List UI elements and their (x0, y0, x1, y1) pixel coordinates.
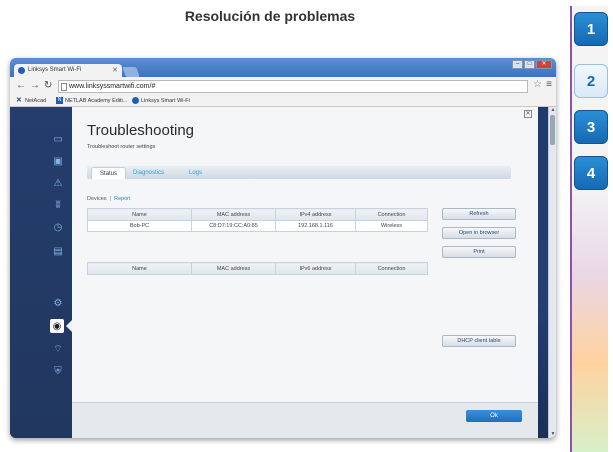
dialog-title: Troubleshooting (87, 122, 195, 139)
table-header: MAC address (191, 208, 276, 221)
sidebar: ▭ ▣ ⚠ ʬ ◷ ▤ ⚙ ◉ ⌔ ⛨ (10, 107, 72, 438)
table-row[interactable]: Bob-PC C8:D7:19:CC:A0:85 192.168.1.116 W… (87, 220, 428, 232)
browser-titlebar: Linksys Smart Wi-Fi ✕ – □ ✕ (10, 58, 556, 78)
report-link[interactable]: Report (114, 196, 131, 202)
page-viewport: ▭ ▣ ⚠ ʬ ◷ ▤ ⚙ ◉ ⌔ ⛨ ✕ Troubleshooting Tr… (10, 107, 556, 438)
table-header: Name (87, 262, 192, 275)
url-input[interactable]: www.linksyssmartwifi.com/# (58, 80, 528, 93)
dialog-subtitle: Troubleshoot router settings (87, 144, 156, 150)
dhcp-client-table-button[interactable]: DHCP client table (442, 335, 516, 347)
wireless-icon[interactable]: ⌔ (52, 343, 64, 355)
forward-icon[interactable]: → (30, 80, 40, 91)
tab-logs[interactable]: Logs (181, 167, 210, 179)
troubleshooting-dialog: ✕ Troubleshooting Troubleshoot router se… (72, 107, 538, 402)
ipv4-address-cell: 192.168.1.116 (275, 220, 356, 232)
menu-icon[interactable]: ≡ (546, 79, 552, 90)
browser-tab[interactable]: Linksys Smart Wi-Fi ✕ (14, 64, 122, 78)
devices-link[interactable]: Devices (87, 196, 107, 202)
table-header: Name (87, 208, 192, 221)
security-icon[interactable]: ⛨ (52, 365, 64, 377)
tab-status[interactable]: Status (91, 167, 127, 179)
minimize-button[interactable]: – (512, 60, 523, 69)
scroll-down-icon[interactable]: ▼ (549, 431, 556, 438)
back-icon[interactable]: ← (16, 80, 26, 91)
media-icon[interactable]: ▣ (52, 155, 64, 167)
tab-diagnostics[interactable]: Diagnostics (125, 167, 172, 179)
step-nav: 1 2 3 4 (570, 6, 608, 452)
table-header: IPv4 address (275, 208, 356, 221)
linksys-icon (132, 97, 139, 104)
scroll-thumb[interactable] (550, 115, 555, 145)
url-text: www.linksyssmartwifi.com/# (69, 83, 156, 90)
step-1-button[interactable]: 1 (574, 12, 608, 46)
refresh-button[interactable]: Refresh (442, 208, 516, 220)
mac-address-cell: C8:D7:19:CC:A0:85 (191, 220, 276, 232)
dialog-close-icon[interactable]: ✕ (524, 110, 532, 118)
parental-controls-icon[interactable]: ʬ (52, 199, 64, 211)
table-header: MAC address (191, 262, 276, 275)
page-scrollbar[interactable]: ▲ ▼ (548, 107, 556, 438)
address-bar: ← → ↻ www.linksyssmartwifi.com/# ☆ ≡ (10, 77, 556, 95)
devices-icon[interactable]: ▭ (52, 133, 64, 145)
netlab-icon: N (56, 97, 63, 104)
bookmark-linksys[interactable]: Linksys Smart Wi-Fi (132, 97, 190, 104)
page-title: Resolución de problemas (184, 8, 356, 24)
bookmarks-bar: ✕ NetAcad N NETLAB Academy Editi... Link… (10, 95, 556, 107)
linksys-favicon-icon (18, 67, 25, 74)
step-2-button[interactable]: 2 (574, 64, 608, 98)
connection-cell: Wireless (355, 220, 428, 232)
ipv6-device-table: Name MAC address IPv6 address Connection (87, 262, 428, 275)
scroll-up-icon[interactable]: ▲ (549, 107, 556, 114)
close-window-button[interactable]: ✕ (536, 60, 552, 69)
dialog-tabs: Status Diagnostics Logs (87, 166, 511, 179)
step-3-button[interactable]: 3 (574, 110, 608, 144)
browser-window: Linksys Smart Wi-Fi ✕ – □ ✕ ← → ↻ www.li… (10, 58, 556, 438)
bookmark-netacad[interactable]: ✕ NetAcad (16, 97, 46, 104)
step-4-button[interactable]: 4 (574, 156, 608, 190)
open-in-browser-button[interactable]: Open in browser (442, 227, 516, 239)
warning-icon[interactable]: ⚠ (52, 177, 64, 189)
subnav-separator: | (109, 196, 111, 202)
bookmark-netlab[interactable]: N NETLAB Academy Editi... (56, 97, 127, 104)
device-name-cell: Bob-PC (87, 220, 192, 232)
table-header: IPv6 address (275, 262, 356, 275)
status-subnav: Devices | Report (87, 196, 131, 202)
ipv4-device-table: Name MAC address IPv4 address Connection… (87, 208, 428, 232)
troubleshooting-icon[interactable]: ◉ (50, 319, 64, 333)
ok-button[interactable]: Ok (466, 410, 522, 422)
table-header: Connection (355, 208, 428, 221)
table-header: Connection (355, 262, 428, 275)
print-button[interactable]: Print (442, 246, 516, 258)
bookmark-star-icon[interactable]: ☆ (533, 79, 542, 90)
browser-tab-title: Linksys Smart Wi-Fi (28, 67, 82, 73)
close-tab-icon[interactable]: ✕ (112, 66, 118, 74)
page-icon (61, 83, 67, 91)
netacad-icon: ✕ (16, 97, 22, 104)
speed-test-icon[interactable]: ◷ (52, 221, 64, 233)
connectivity-icon[interactable]: ⚙ (52, 297, 64, 309)
usb-storage-icon[interactable]: ▤ (52, 245, 64, 257)
dialog-footer: Ok (72, 402, 538, 438)
new-tab-button[interactable] (122, 67, 140, 77)
window-controls: – □ ✕ (512, 60, 552, 69)
reload-icon[interactable]: ↻ (44, 80, 52, 91)
maximize-button[interactable]: □ (524, 60, 535, 69)
